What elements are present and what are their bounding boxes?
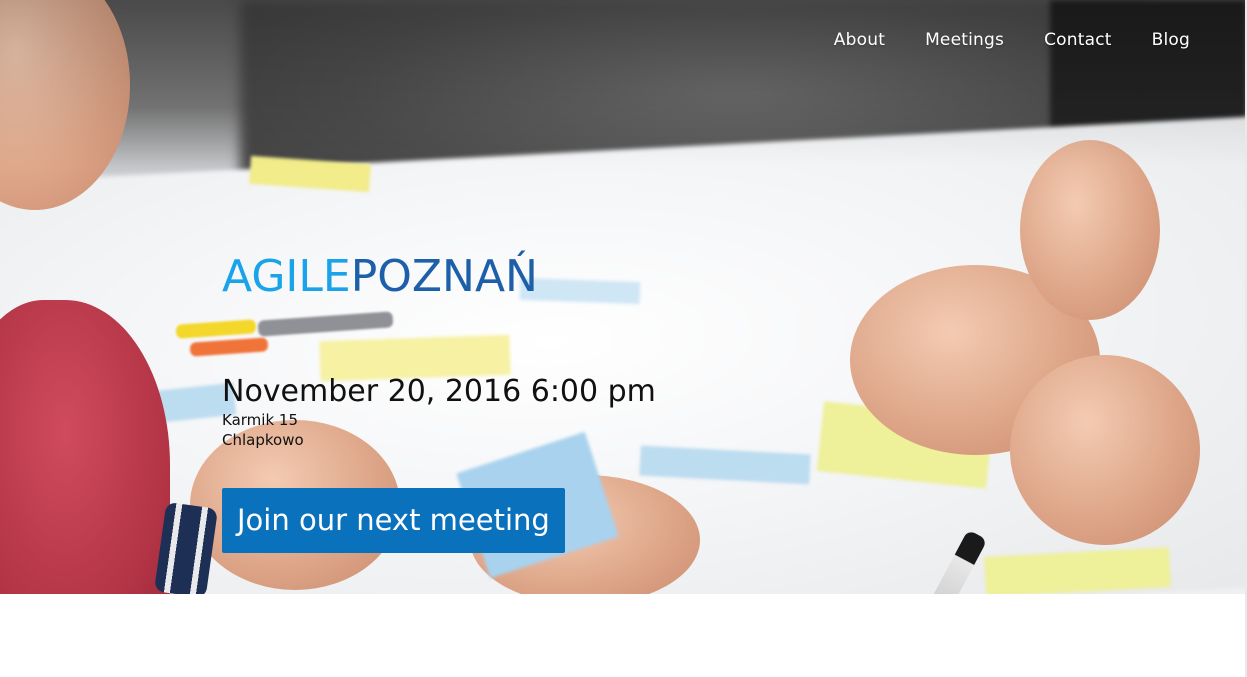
logo-poznan-text: POZNAŃ xyxy=(350,251,538,302)
event-datetime: November 20, 2016 6:00 pm xyxy=(222,374,656,409)
nav-about-link[interactable]: About xyxy=(834,30,885,50)
nav-contact-link[interactable]: Contact xyxy=(1044,30,1112,50)
event-address-city: Chlapkowo xyxy=(222,431,304,449)
site-logo: AGILEPOZNAŃ xyxy=(222,252,538,302)
nav-meetings-link[interactable]: Meetings xyxy=(925,30,1004,50)
nav-blog-link[interactable]: Blog xyxy=(1152,30,1190,50)
logo-agile-text: AGILE xyxy=(222,251,351,302)
photo-shade xyxy=(0,0,1247,594)
main-navigation: About Meetings Contact Blog xyxy=(834,30,1190,50)
event-address-street: Karmik 15 xyxy=(222,411,298,429)
join-meeting-button[interactable]: Join our next meeting xyxy=(222,488,565,553)
hero-banner: About Meetings Contact Blog AGILEPOZNAŃ … xyxy=(0,0,1247,594)
